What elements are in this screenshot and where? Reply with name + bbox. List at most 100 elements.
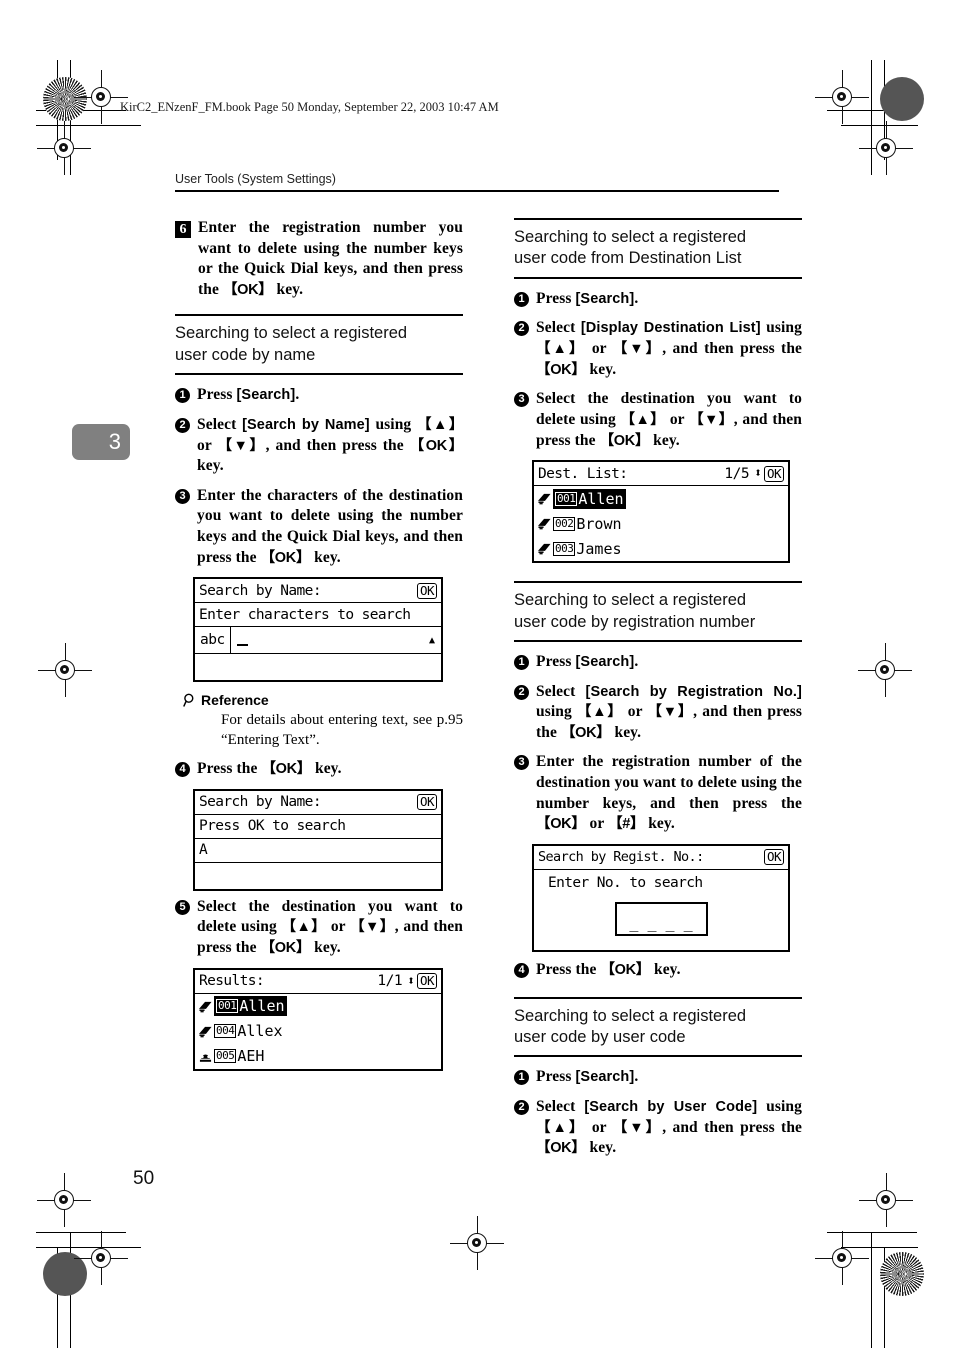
step-1: 1 Press [Search]. [514,1067,802,1088]
list-item[interactable]: 001 Allen [195,994,441,1019]
lcd-title: Search by Regist. No.: [538,849,704,866]
lcd-search-by-name: Search by Name: OK Enter characters to s… [193,577,443,683]
list-item[interactable]: 003 James [534,536,788,561]
section-title-line-1: Searching to select a registered [514,1006,747,1025]
step-5-text: Select the destination you want to delet… [197,897,464,956]
step-number: 1 [514,655,529,671]
lcd-prompt-row: Enter No. to search [534,870,788,896]
lcd-entry-row[interactable]: abc ▲ [195,627,441,655]
ok-key-label: 【OK】 [536,361,586,378]
step-text-lead: Press [536,289,576,307]
registration-mark-top-right-outer [859,121,913,175]
section-title-line-2: user code by name [175,345,316,364]
lcd-prompt: Press OK to search [199,818,346,835]
step-4: 4 Press the 【OK】 key. [175,759,463,780]
fax-destination-icon [198,1000,213,1013]
lcd-prompt: Enter No. to search [548,874,703,891]
ok-badge[interactable]: OK [763,849,784,866]
reference-text: For details about entering text, see p.9… [221,712,463,749]
step-3-text: Enter the characters of the destination … [197,486,463,568]
up-key-label: 【▲】 [536,341,586,358]
rule-top [514,581,802,584]
down-key-label: 【▼】 [612,1119,663,1136]
scroll-up-icon[interactable]: ▲ [429,635,435,646]
page-number: 50 [133,1168,155,1189]
list-item[interactable]: 001 Allen [534,486,788,511]
up-key-label: 【▲】 [417,416,464,433]
section-heading-registration-number: Searching to select a registered user co… [514,581,802,643]
destination-name: Brown [576,514,622,533]
lcd-prompt: Enter characters to search [199,606,411,623]
lcd-title-row: Search by Regist. No.: OK [534,846,788,870]
step-text-lead: Press [536,653,576,671]
ok-badge[interactable]: OK [416,582,437,599]
step-1: 1 Press [Search]. [175,385,463,406]
lcd-title: Search by Name: [199,582,322,599]
scroll-updown-icon[interactable]: ⬍ [407,974,415,989]
rule-bottom [514,276,802,279]
search-by-name-option-label: [Search by Name] [242,416,370,433]
down-key-label: 【▼】 [647,704,694,721]
step-text-tail: . [634,653,639,671]
destination-id: 002 [553,516,576,531]
registration-mark-top-left-outer [37,121,91,175]
registration-number-input[interactable]: _ _ _ _ [614,901,708,936]
destination-name: James [576,539,622,558]
step-text-lead: Press the [536,960,601,978]
list-item[interactable]: 004 Allex [195,1019,441,1044]
lcd-blank-row [195,654,441,680]
down-key-label: 【▼】 [350,919,395,936]
scroll-updown-icon[interactable]: ⬍ [754,466,762,481]
step-1: 1 Press [Search]. [514,289,802,310]
telephone-icon [198,1050,213,1063]
rule-top [514,218,802,220]
running-head: User Tools (System Settings) [175,172,336,186]
ok-key-label: 【OK】 [600,961,650,978]
step-6-text: Enter the registration number you want t… [198,218,463,300]
magnifier-icon [183,693,194,707]
halftone-star-target-bottom-right [880,1252,924,1296]
registration-mark-bottom-right-outer [859,1173,913,1227]
lcd-number-entry-row[interactable]: _ _ _ _ [534,896,788,936]
text-entry-field[interactable]: ▲ [231,627,441,653]
destination-name: Allex [237,1022,283,1040]
display-destination-list-option-label: [Display Destination List] [580,320,761,337]
rule-top [175,314,463,317]
lcd-value-row[interactable]: A [195,839,441,863]
step-number: 6 [175,221,191,238]
right-column: Searching to select a registered user co… [514,218,802,1168]
step-4-text-tail: key. [311,760,342,778]
ok-badge[interactable]: OK [416,973,437,989]
ok-badge[interactable]: OK [416,794,437,811]
step-number: 1 [514,291,529,307]
step-6-text-tail: key. [272,280,304,298]
step-2-text: Select [Search by User Code] using 【▲】 o… [536,1097,803,1157]
step-text-tail: key. [650,960,681,978]
step-4-text: Press the 【OK】 key. [197,759,342,780]
lcd-title: Dest. List: [538,465,628,482]
step-2: 2 Select [Search by User Code] using 【▲】… [514,1097,802,1159]
step-2: 2 Select [Display Destination List] usin… [514,318,802,380]
step-2-text: Select [Search by Registration No.] usin… [536,682,803,741]
page-indicator: 1/1 [377,973,403,989]
step-number: 3 [514,755,529,771]
step-number: 3 [175,488,190,504]
ok-badge[interactable]: OK [763,465,784,482]
step-1: 1 Press [Search]. [514,652,802,673]
section-title-line-1: Searching to select a registered [514,591,747,610]
lcd-blank-row [534,936,788,950]
step-6: 6 Enter the registration number you want… [175,218,463,300]
destination-name: AEH [237,1047,265,1065]
section-title-line-2: user code by registration number [514,612,756,631]
down-key-label: 【▼】 [612,341,663,358]
list-item[interactable]: 005 AEH [195,1044,441,1069]
section-title-line-2: user code by user code [514,1027,686,1046]
destination-id: 001 [555,491,578,506]
step-1-text: Press [Search]. [197,386,300,404]
input-mode-indicator[interactable]: abc [195,627,231,654]
reference-label: Reference [201,692,269,709]
list-item[interactable]: 002 Brown [534,511,788,536]
down-key-label: 【▼】 [217,437,266,454]
registration-mark-bottom-middle [450,1216,504,1270]
section-title-line-1: Searching to select a registered [175,324,408,343]
